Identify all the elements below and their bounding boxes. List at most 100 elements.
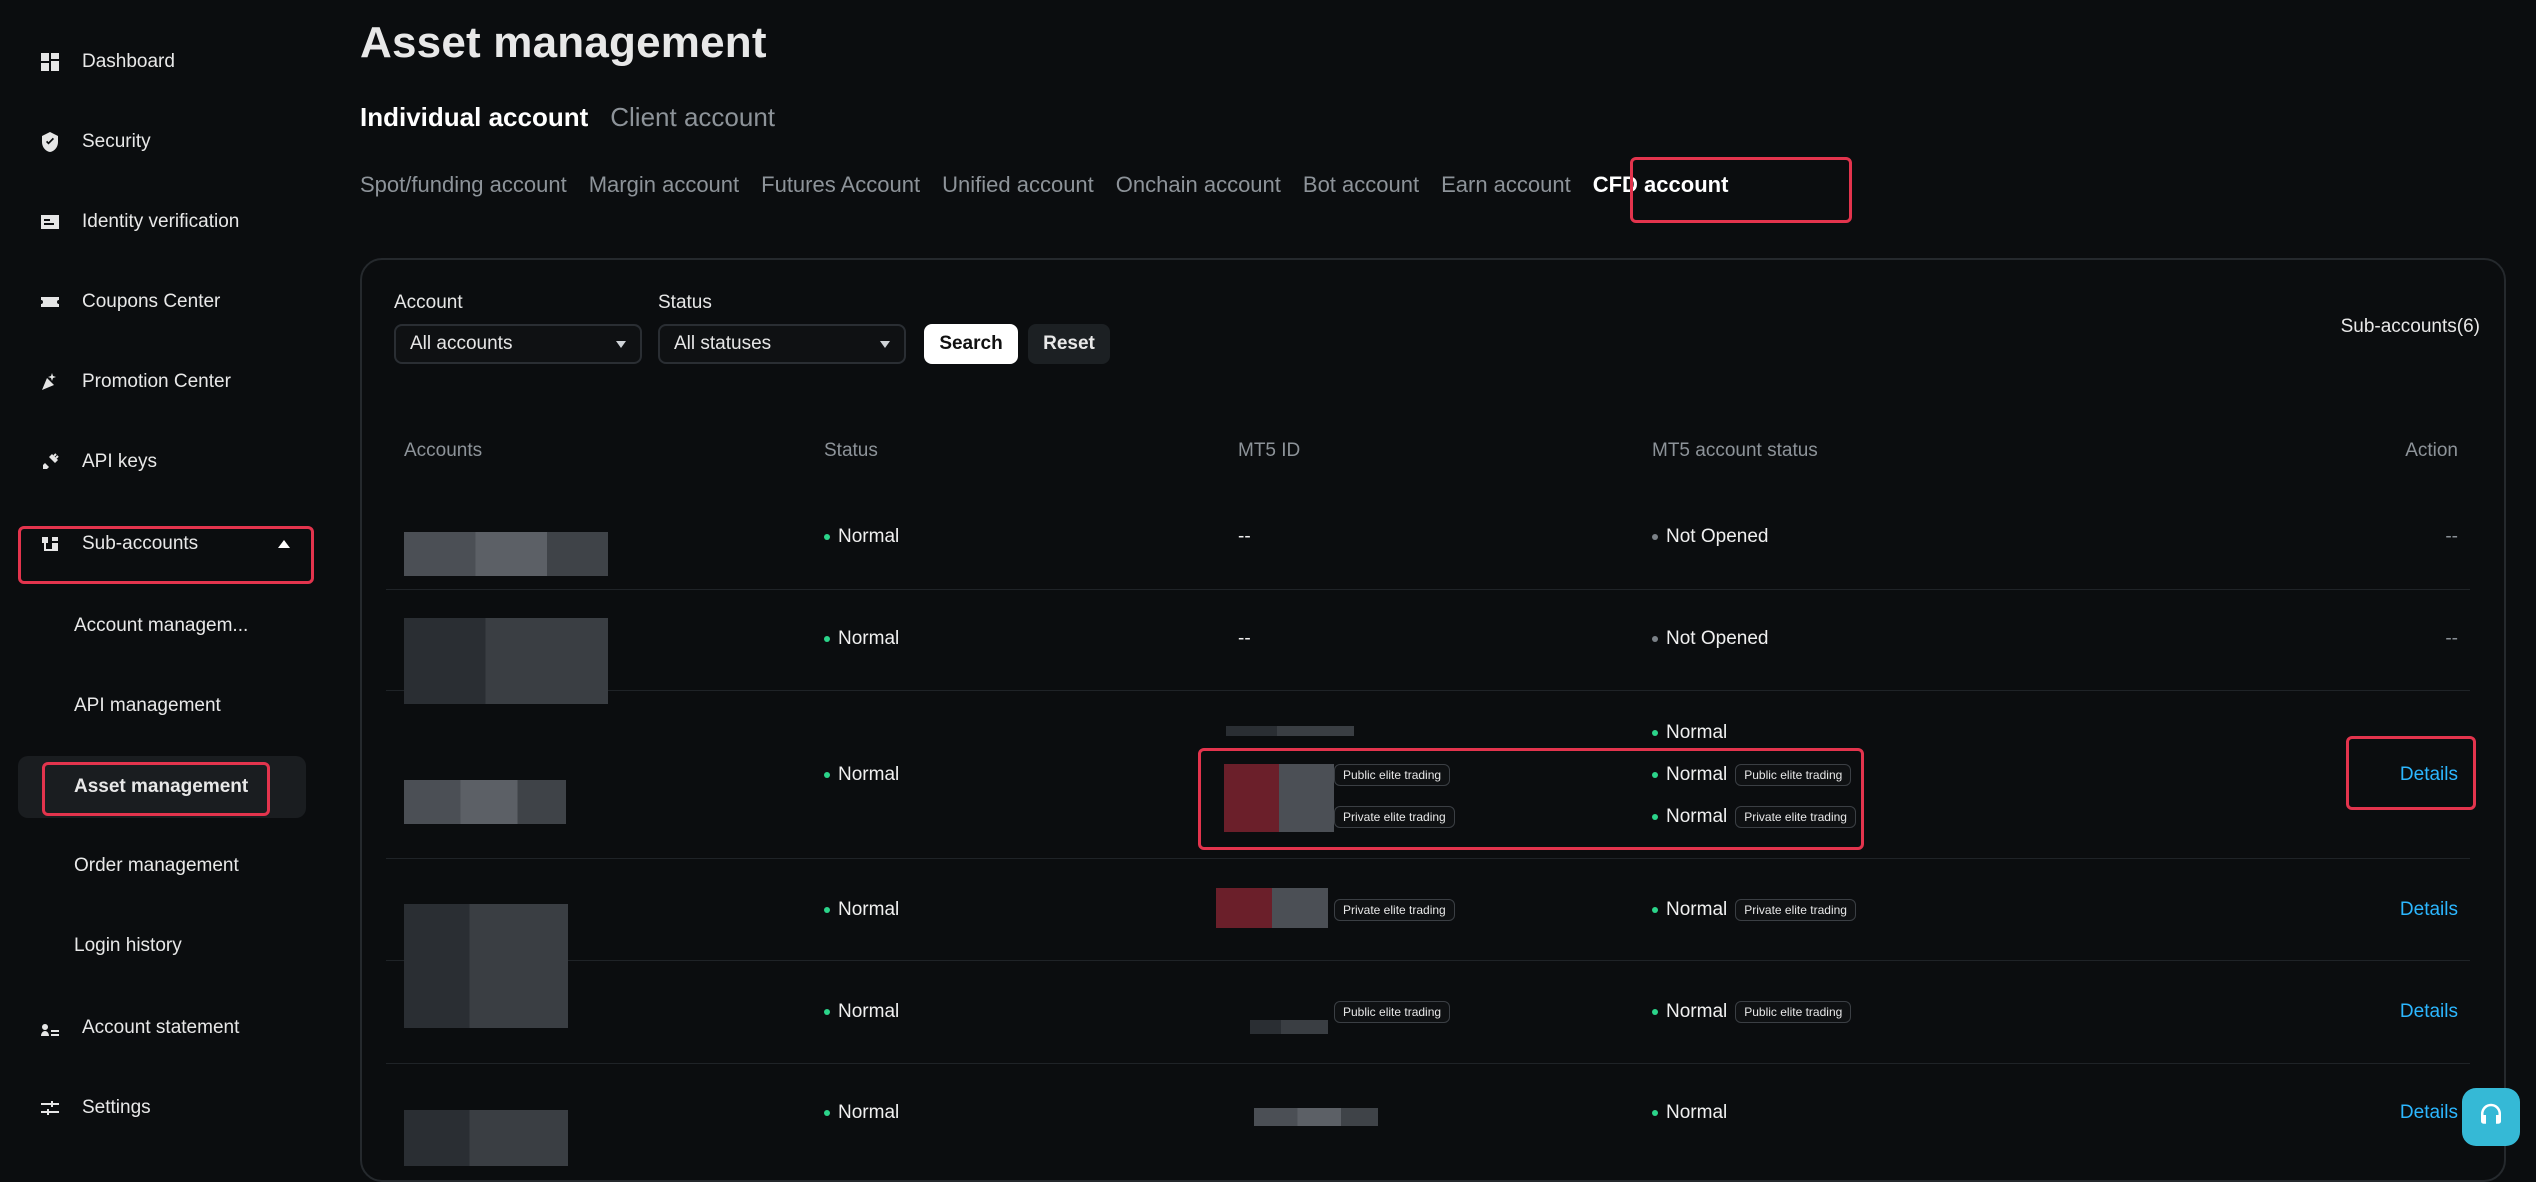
- sidebar-item-security[interactable]: Security: [18, 110, 316, 174]
- sidebar-item-api-keys[interactable]: API keys: [18, 430, 316, 494]
- row1-mt5-status-text: Not Opened: [1666, 526, 1769, 547]
- sidebar-subitem-label: Asset management: [74, 776, 249, 797]
- tab-margin-account[interactable]: Margin account: [589, 172, 739, 198]
- status-select-value: All statuses: [674, 333, 772, 354]
- row6-mt5-status-text: Normal: [1666, 1102, 1728, 1123]
- reset-button[interactable]: Reset: [1028, 324, 1110, 364]
- tab-spot-funding-account[interactable]: Spot/funding account: [360, 172, 567, 198]
- row3-mt5-status-1-text: Normal: [1666, 764, 1728, 785]
- status-dot: [1652, 772, 1658, 778]
- chevron-up-icon[interactable]: [278, 540, 290, 548]
- row2-mt5-status: Not Opened: [1652, 628, 1768, 650]
- sidebar-item-label: Promotion Center: [82, 371, 231, 392]
- row6-status-text: Normal: [838, 1102, 900, 1123]
- sidebar-item-settings[interactable]: Settings: [18, 1076, 316, 1140]
- trading-type-badge: Public elite trading: [1735, 1001, 1852, 1023]
- sidebar-item-label: Sub-accounts: [82, 533, 199, 554]
- status-dot: [824, 534, 830, 540]
- sliders-icon: [36, 1094, 64, 1122]
- row-separator: [386, 960, 2470, 961]
- col-header-mt5-status: MT5 account status: [1652, 440, 1818, 461]
- mt5-id-redacted: [1250, 1020, 1328, 1034]
- headset-icon: [2476, 1100, 2506, 1135]
- account-redacted: [404, 904, 568, 1028]
- plug-icon: [36, 448, 64, 476]
- search-button[interactable]: Search: [924, 324, 1018, 364]
- tab-earn-account[interactable]: Earn account: [1441, 172, 1571, 198]
- row-separator: [386, 690, 2470, 691]
- sidebar-item-identity-verification[interactable]: Identity verification: [18, 190, 316, 254]
- status-dot: [1652, 907, 1658, 913]
- row3-mt5-status-2-text: Normal: [1666, 806, 1728, 827]
- sidebar-item-account-statement[interactable]: Account statement: [18, 996, 316, 1060]
- sidebar-item-label: Coupons Center: [82, 291, 221, 312]
- col-header-action: Action: [2405, 440, 2458, 461]
- sidebar-item-coupons-center[interactable]: Coupons Center: [18, 270, 316, 334]
- account-tabs: Individual account Client account: [360, 102, 775, 133]
- col-header-accounts: Accounts: [404, 440, 483, 461]
- chevron-down-icon: [880, 340, 890, 348]
- row1-mt5-status: Not Opened: [1652, 526, 1768, 548]
- status-dot: [1652, 1110, 1658, 1116]
- id-card-icon: [36, 208, 64, 236]
- row3-details-link[interactable]: Details: [2400, 764, 2458, 786]
- status-dot: [824, 636, 830, 642]
- tab-futures-account[interactable]: Futures Account: [761, 172, 920, 198]
- sidebar-subitem-api-management[interactable]: API management: [18, 676, 306, 736]
- row5-mt5-id-badge: Public elite trading: [1334, 1001, 1451, 1023]
- trading-type-badge: Private elite trading: [1735, 806, 1856, 828]
- sidebar-subitem-label: Order management: [74, 855, 239, 876]
- account-select-value: All accounts: [410, 333, 513, 354]
- status-dot: [1652, 730, 1658, 736]
- mt5-id-redacted: [1254, 1108, 1378, 1126]
- status-filter-label: Status: [658, 292, 712, 313]
- trading-type-badge: Private elite trading: [1735, 899, 1856, 921]
- row6-details-link[interactable]: Details: [2400, 1102, 2458, 1124]
- sidebar-item-dashboard[interactable]: Dashboard: [18, 30, 316, 94]
- grid-icon: [36, 48, 64, 76]
- tab-onchain-account[interactable]: Onchain account: [1116, 172, 1281, 198]
- row5-status-text: Normal: [838, 1001, 900, 1022]
- sidebar-subitem-login-history[interactable]: Login history: [18, 916, 306, 976]
- tab-client-account[interactable]: Client account: [610, 102, 775, 133]
- sidebar-item-promotion-center[interactable]: Promotion Center: [18, 350, 316, 414]
- row6-status: Normal: [824, 1102, 899, 1124]
- support-button[interactable]: [2462, 1088, 2520, 1146]
- row-separator: [386, 1063, 2470, 1064]
- sidebar-subitem-account-management[interactable]: Account managem...: [18, 596, 306, 656]
- sidebar-subitem-asset-management[interactable]: Asset management: [18, 756, 306, 818]
- row5-details-link[interactable]: Details: [2400, 1001, 2458, 1023]
- row3-mt5-status-1: Normal Public elite trading: [1652, 764, 1852, 786]
- status-dot: [1652, 1009, 1658, 1015]
- account-select[interactable]: All accounts: [394, 324, 642, 364]
- row2-action: --: [2445, 628, 2458, 649]
- row1-action: --: [2445, 526, 2458, 547]
- status-dot: [1652, 814, 1658, 820]
- row-separator: [386, 589, 2470, 590]
- sidebar-item-label: Dashboard: [82, 51, 175, 72]
- sidebar-item-label: Security: [82, 131, 151, 152]
- mt5-id-redacted: [1216, 888, 1328, 928]
- tab-individual-account[interactable]: Individual account: [360, 102, 588, 133]
- tab-cfd-account[interactable]: CFD account: [1593, 172, 1729, 198]
- row2-status: Normal: [824, 628, 899, 650]
- sidebar-item-sub-accounts[interactable]: Sub-accounts: [18, 512, 316, 576]
- sidebar-subitem-order-management[interactable]: Order management: [18, 836, 306, 896]
- trading-type-badge: Private elite trading: [1334, 899, 1455, 921]
- sidebar-item-label: Settings: [82, 1097, 151, 1118]
- status-select[interactable]: All statuses: [658, 324, 906, 364]
- sidebar-item-label: API keys: [82, 451, 157, 472]
- page-title: Asset management: [360, 18, 767, 67]
- mt5-id-redacted: [1226, 726, 1354, 736]
- shield-check-icon: [36, 128, 64, 156]
- account-redacted: [404, 780, 566, 824]
- tab-bot-account[interactable]: Bot account: [1303, 172, 1419, 198]
- account-redacted: [404, 1110, 568, 1166]
- status-dot: [1652, 534, 1658, 540]
- tab-unified-account[interactable]: Unified account: [942, 172, 1094, 198]
- account-redacted: [404, 532, 608, 576]
- row4-status-text: Normal: [838, 899, 900, 920]
- row4-details-link[interactable]: Details: [2400, 899, 2458, 921]
- row3-mt5-status-top: Normal: [1652, 722, 1727, 744]
- row3-mt5-status-top-text: Normal: [1666, 722, 1728, 743]
